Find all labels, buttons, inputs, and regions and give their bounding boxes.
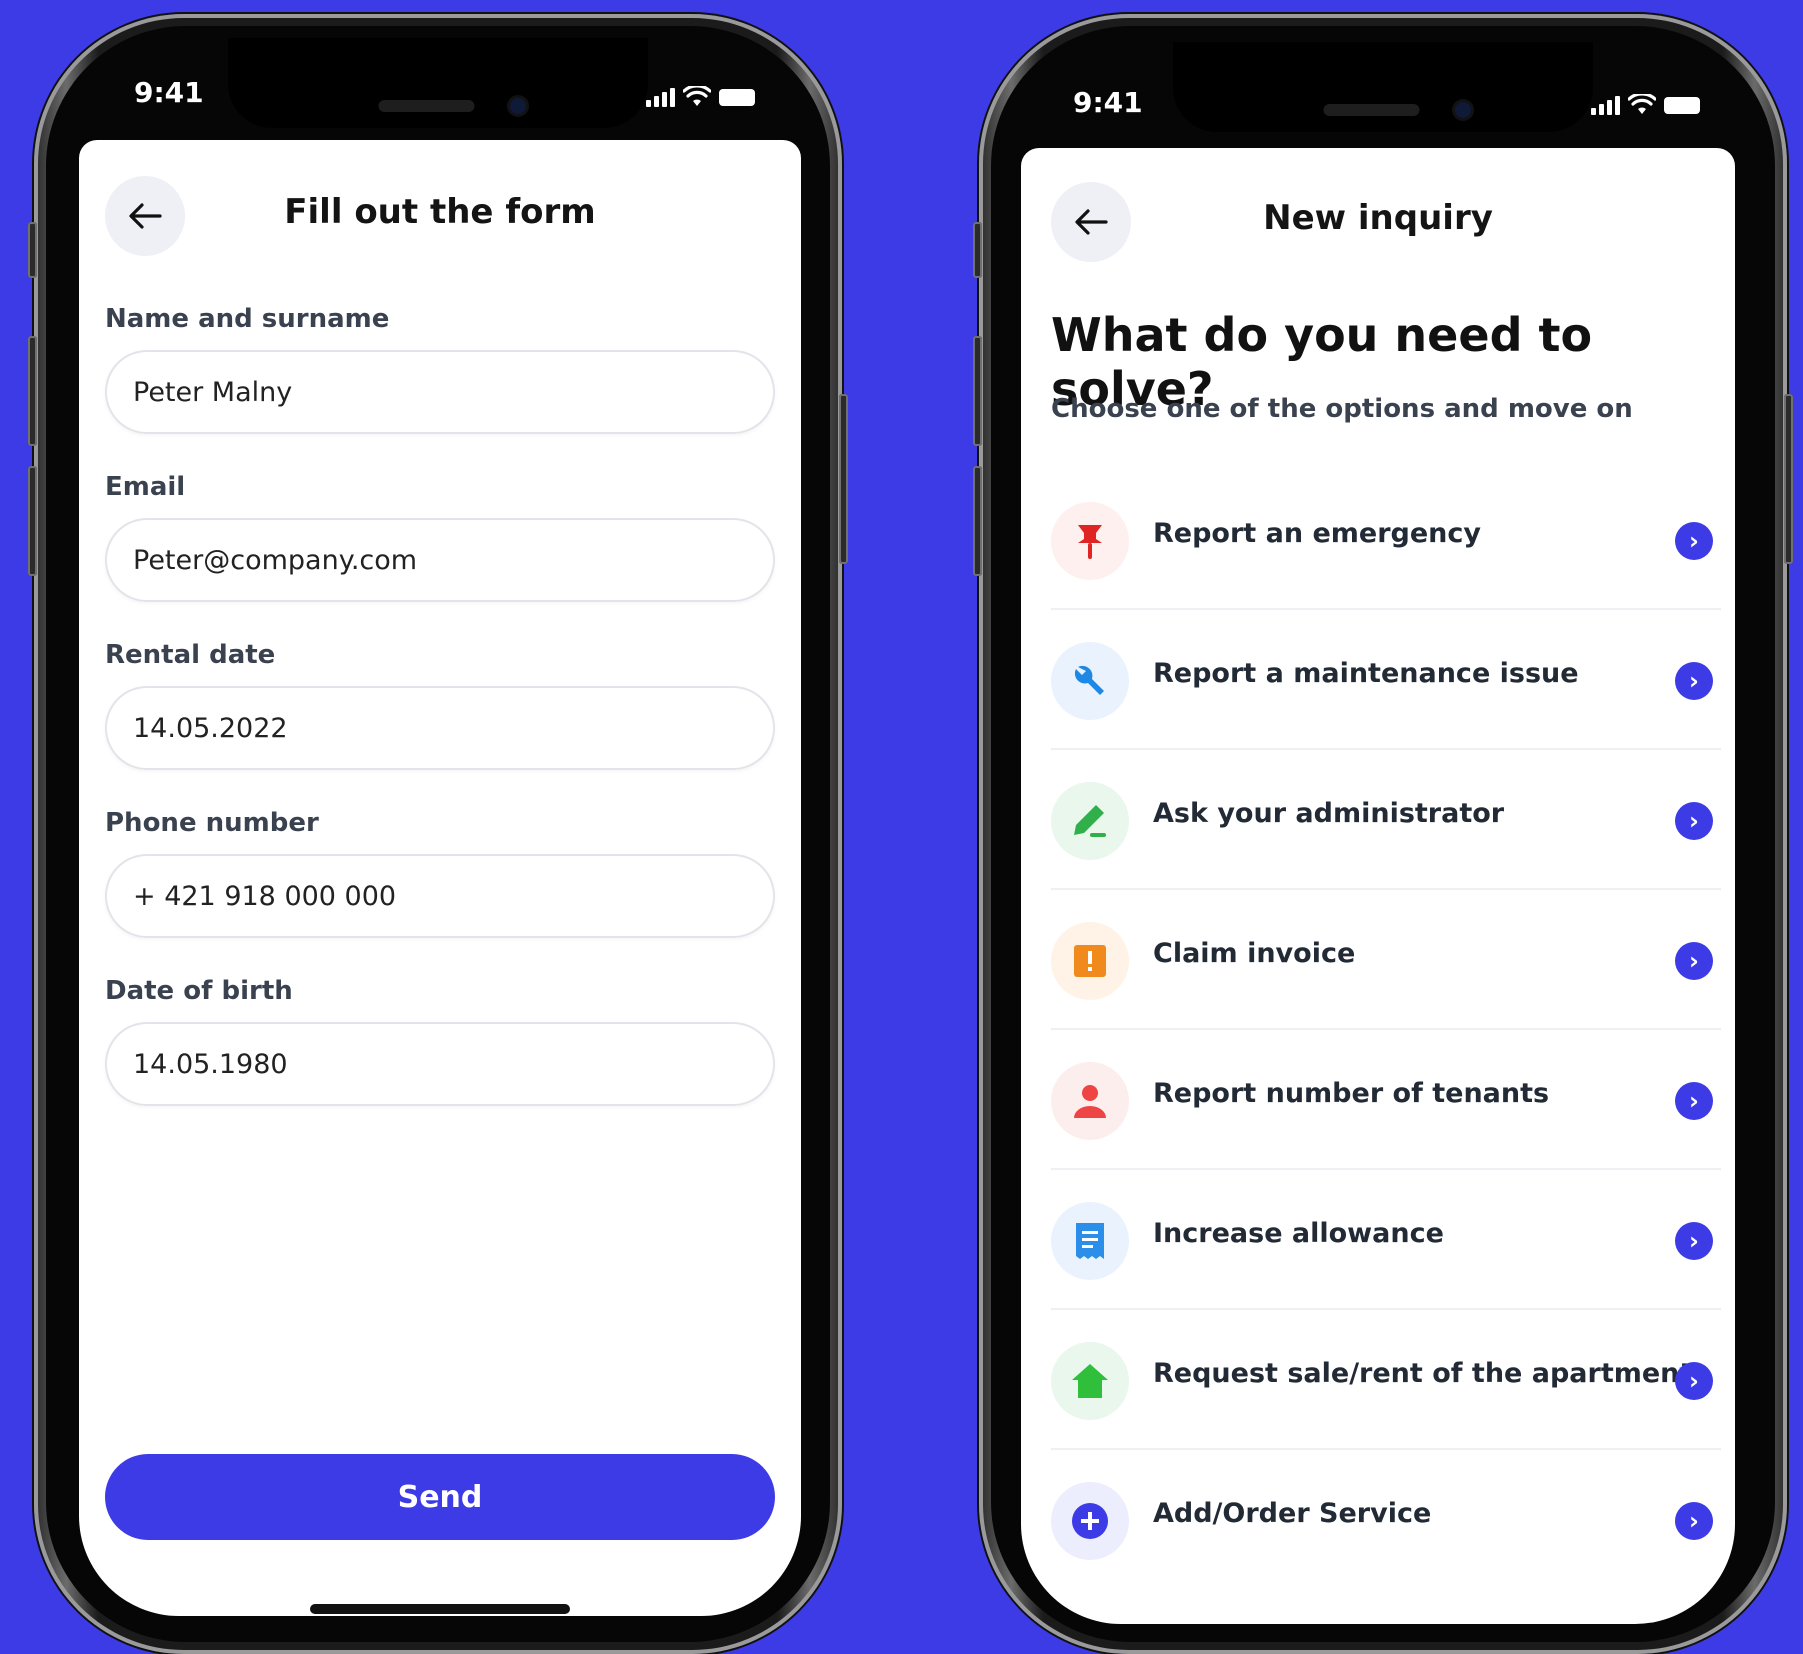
name-value: Peter Malny — [133, 376, 293, 408]
front-camera — [510, 98, 526, 114]
chevron-right-icon: › — [1675, 942, 1713, 980]
option-label: Report number of tenants — [1153, 1078, 1550, 1109]
option-increase-allowance[interactable]: Increase allowance › — [1051, 1168, 1721, 1310]
status-time: 9:41 — [134, 76, 204, 109]
phone-field[interactable]: + 421 918 000 000 — [105, 854, 775, 938]
battery-icon — [1664, 96, 1700, 114]
option-label: Add/Order Service — [1153, 1498, 1432, 1529]
screen-inquiry: New inquiry What do you need to solve? C… — [1021, 148, 1735, 1624]
option-report-maintenance[interactable]: Report a maintenance issue › — [1051, 608, 1721, 750]
pushpin-icon — [1051, 502, 1129, 580]
warning-icon — [1051, 922, 1129, 1000]
chevron-right-icon: › — [1675, 522, 1713, 560]
option-label: Report a maintenance issue — [1153, 658, 1579, 689]
phone-bezel: 9:41 Fill out the form Name and surname … — [46, 26, 830, 1642]
status-bar: 9:41 — [991, 26, 1775, 136]
option-label: Report an emergency — [1153, 518, 1481, 549]
rental-date-field[interactable]: 14.05.2022 — [105, 686, 775, 770]
name-label: Name and surname — [105, 304, 390, 334]
volume-down-button — [973, 466, 982, 576]
person-icon — [1051, 1062, 1129, 1140]
status-time: 9:41 — [1073, 86, 1143, 119]
email-field[interactable]: Peter@company.com — [105, 518, 775, 602]
chevron-right-icon: › — [1675, 1222, 1713, 1260]
wrench-icon — [1051, 642, 1129, 720]
cellular-signal-icon — [646, 87, 675, 107]
phone-label: Phone number — [105, 808, 319, 838]
wifi-icon — [683, 86, 711, 106]
option-label: Claim invoice — [1153, 938, 1356, 969]
option-label: Increase allowance — [1153, 1218, 1444, 1249]
phone-left: 9:41 Fill out the form Name and surname … — [28, 14, 848, 1654]
front-camera — [1455, 102, 1471, 118]
chevron-right-icon: › — [1675, 1502, 1713, 1540]
power-button — [839, 394, 848, 564]
email-label: Email — [105, 472, 186, 502]
speaker — [378, 100, 475, 112]
home-indicator — [310, 1604, 570, 1614]
page-title: Fill out the form — [284, 192, 596, 232]
volume-down-button — [28, 466, 37, 576]
status-icons — [1591, 94, 1700, 116]
option-add-order-service[interactable]: Add/Order Service › — [1051, 1448, 1721, 1588]
rental-date-value: 14.05.2022 — [133, 712, 288, 744]
phone-right: 9:41 New inquiry What do you need to sol… — [973, 14, 1793, 1654]
option-request-sale-rent[interactable]: Request sale/rent of the apartment › — [1051, 1308, 1721, 1450]
pencil-icon — [1051, 782, 1129, 860]
status-bar: 9:41 — [46, 26, 830, 136]
mute-switch — [28, 222, 37, 278]
dob-label: Date of birth — [105, 976, 293, 1006]
notch — [228, 38, 648, 128]
rental-date-label: Rental date — [105, 640, 276, 670]
chevron-right-icon: › — [1675, 1362, 1713, 1400]
option-report-emergency[interactable]: Report an emergency › — [1051, 468, 1721, 610]
email-value: Peter@company.com — [133, 544, 418, 576]
phone-value: + 421 918 000 000 — [133, 880, 397, 912]
battery-icon — [719, 88, 755, 106]
power-button — [1784, 394, 1793, 564]
chevron-right-icon: › — [1675, 802, 1713, 840]
plus-circle-icon — [1051, 1482, 1129, 1560]
chevron-right-icon: › — [1675, 1082, 1713, 1120]
option-ask-administrator[interactable]: Ask your administrator › — [1051, 748, 1721, 890]
chevron-right-icon: › — [1675, 662, 1713, 700]
page-title: New inquiry — [1263, 198, 1493, 238]
option-label: Request sale/rent of the apartment — [1153, 1358, 1693, 1389]
subline: Choose one of the options and move on — [1051, 394, 1633, 424]
mute-switch — [973, 222, 982, 278]
send-button[interactable]: Send — [105, 1454, 775, 1540]
dob-field[interactable]: 14.05.1980 — [105, 1022, 775, 1106]
volume-up-button — [973, 336, 982, 446]
phone-bezel: 9:41 New inquiry What do you need to sol… — [991, 26, 1775, 1642]
speaker — [1323, 104, 1420, 116]
wifi-icon — [1628, 94, 1656, 114]
option-label: Ask your administrator — [1153, 798, 1505, 829]
name-field[interactable]: Peter Malny — [105, 350, 775, 434]
option-claim-invoice[interactable]: Claim invoice › — [1051, 888, 1721, 1030]
notch — [1173, 42, 1593, 132]
dob-value: 14.05.1980 — [133, 1048, 288, 1080]
cellular-signal-icon — [1591, 95, 1620, 115]
receipt-icon — [1051, 1202, 1129, 1280]
screen-form: Fill out the form Name and surname Peter… — [79, 140, 801, 1616]
house-icon — [1051, 1342, 1129, 1420]
status-icons — [646, 86, 755, 108]
option-report-tenants[interactable]: Report number of tenants › — [1051, 1028, 1721, 1170]
volume-up-button — [28, 336, 37, 446]
